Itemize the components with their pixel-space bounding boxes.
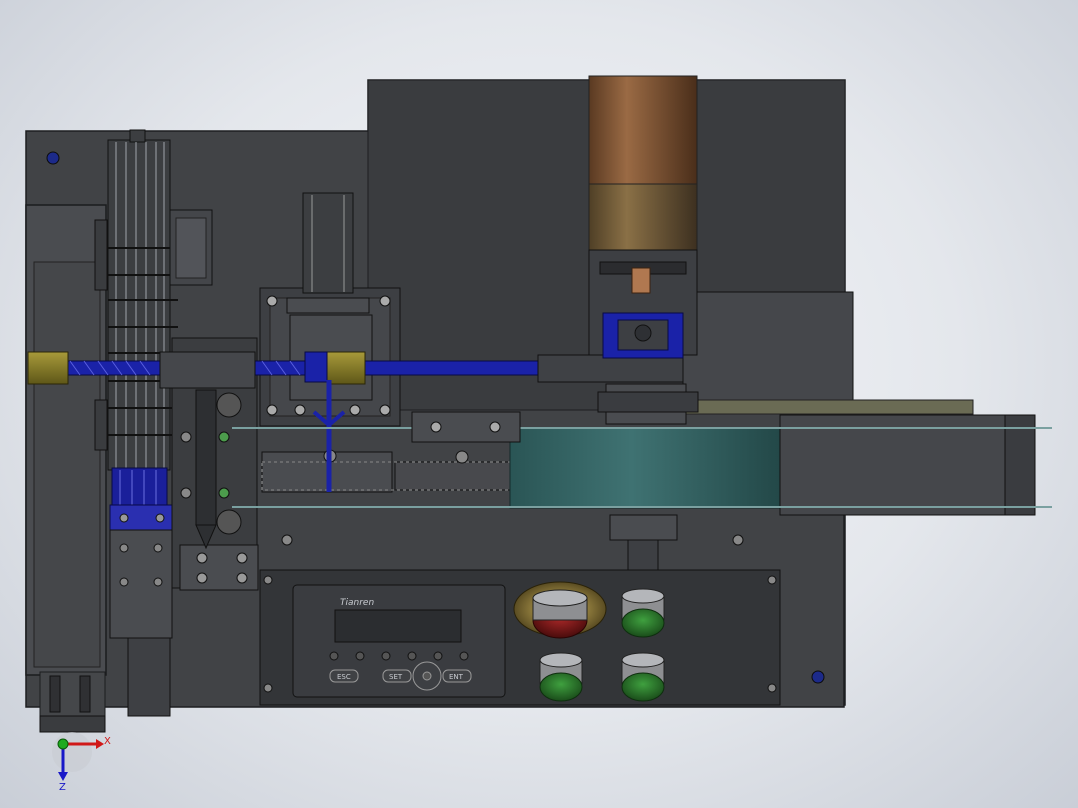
triad-x-label: X: [104, 736, 111, 747]
start-button-bottom-left[interactable]: [539, 652, 583, 702]
hmi-brand-label: Tianren: [340, 598, 374, 608]
start-button-bottom-right[interactable]: [621, 652, 665, 702]
coordinate-triad[interactable]: X Z: [52, 732, 111, 793]
triad-z-label: Z: [59, 782, 66, 793]
screw-top-left: [46, 151, 60, 165]
hmi-key[interactable]: [381, 651, 391, 661]
cad-model-view[interactable]: Tianren ESC SET ENT X Z: [0, 0, 1078, 808]
hmi-key[interactable]: [355, 651, 365, 661]
slide-rail: [682, 291, 854, 401]
hmi-esc-label: ESC: [337, 673, 351, 681]
hmi-key[interactable]: [433, 651, 443, 661]
hmi-set-label: SET: [389, 673, 403, 681]
hmi-panel[interactable]: Tianren ESC SET ENT: [292, 584, 506, 698]
hmi-display: [334, 609, 462, 643]
hmi-key[interactable]: [407, 651, 417, 661]
start-button-top-right[interactable]: [621, 588, 665, 638]
hmi-key[interactable]: [329, 651, 339, 661]
screw-bottom-right: [811, 670, 825, 684]
cad-viewport[interactable]: Tianren ESC SET ENT X Z: [0, 0, 1078, 808]
hmi-key[interactable]: [459, 651, 469, 661]
hmi-ent-label: ENT: [449, 673, 464, 681]
